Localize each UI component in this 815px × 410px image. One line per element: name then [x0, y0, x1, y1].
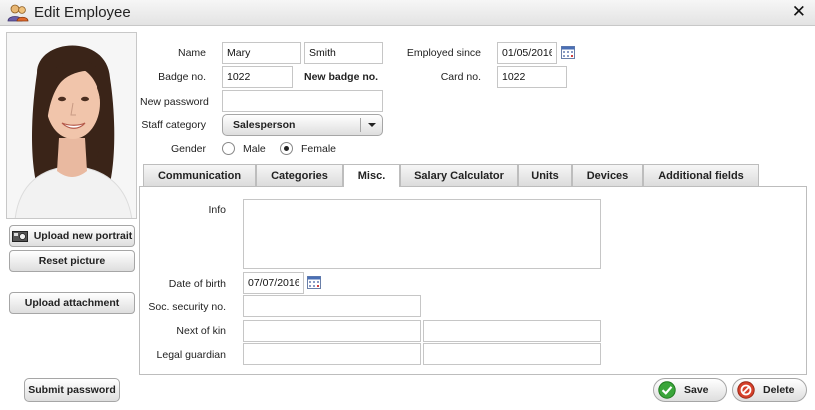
- ssn-input[interactable]: [243, 295, 421, 317]
- camera-icon: [11, 230, 28, 242]
- tab-communication[interactable]: Communication: [143, 164, 256, 186]
- ssn-label: Soc. security no.: [148, 301, 226, 313]
- staff-category-label: Staff category: [141, 119, 206, 131]
- legal-guardian-label: Legal guardian: [156, 349, 226, 361]
- tab-categories[interactable]: Categories: [256, 164, 343, 186]
- gender-female-label: Female: [301, 143, 337, 155]
- tab-units[interactable]: Units: [518, 164, 572, 186]
- gender-male-radio[interactable]: [222, 142, 235, 155]
- badge-input[interactable]: [222, 66, 293, 88]
- submit-password-button[interactable]: Submit password: [24, 378, 120, 402]
- tab-salary-calculator[interactable]: Salary Calculator: [400, 164, 518, 186]
- tab-label: Categories: [271, 169, 328, 182]
- title-bar: Edit Employee ✕: [0, 0, 815, 26]
- close-icon[interactable]: ✕: [792, 3, 806, 21]
- delete-icon: [737, 381, 755, 399]
- legal-guardian-input-1[interactable]: [243, 343, 421, 365]
- gender-female-radio[interactable]: [280, 142, 293, 155]
- employed-since-input[interactable]: [497, 42, 557, 64]
- legal-guardian-input-2[interactable]: [423, 343, 601, 365]
- save-button[interactable]: Save: [653, 378, 727, 402]
- next-of-kin-input-2[interactable]: [423, 320, 601, 342]
- gender-label: Gender: [170, 143, 206, 155]
- upload-portrait-label: Upload new portrait: [33, 230, 133, 242]
- info-textarea[interactable]: [243, 199, 601, 269]
- employee-portrait: [6, 32, 137, 219]
- tab-misc[interactable]: Misc.: [343, 164, 400, 187]
- card-input[interactable]: [497, 66, 567, 88]
- tab-label: Units: [531, 169, 559, 182]
- info-label: Info: [208, 204, 226, 216]
- new-password-input[interactable]: [222, 90, 383, 112]
- last-name-input[interactable]: [304, 42, 383, 64]
- tab-devices[interactable]: Devices: [572, 164, 643, 186]
- upload-attachment-button[interactable]: Upload attachment: [9, 292, 135, 314]
- tab-label: Devices: [586, 169, 629, 182]
- users-icon: [7, 4, 29, 22]
- first-name-input[interactable]: [222, 42, 301, 64]
- window-title: Edit Employee: [34, 4, 131, 21]
- upload-attachment-label: Upload attachment: [24, 297, 120, 309]
- tab-label: Communication: [157, 169, 242, 182]
- name-label: Name: [177, 47, 206, 59]
- new-password-label: New password: [140, 96, 209, 108]
- next-of-kin-label: Next of kin: [176, 325, 226, 337]
- reset-picture-label: Reset picture: [38, 255, 106, 267]
- upload-portrait-button[interactable]: Upload new portrait: [9, 225, 135, 247]
- card-label: Card no.: [440, 71, 481, 83]
- staff-category-value: Salesperson: [233, 119, 296, 131]
- reset-picture-button[interactable]: Reset picture: [9, 250, 135, 272]
- dob-input[interactable]: [243, 272, 304, 294]
- calendar-icon[interactable]: [561, 46, 575, 59]
- tab-label: Misc.: [357, 170, 386, 182]
- delete-button[interactable]: Delete: [732, 378, 807, 402]
- tab-additional-fields[interactable]: Additional fields: [643, 164, 759, 186]
- tab-label: Additional fields: [658, 169, 744, 182]
- calendar-icon[interactable]: [307, 276, 321, 289]
- checkmark-icon: [658, 381, 676, 399]
- tab-label: Salary Calculator: [414, 169, 504, 182]
- new-badge-link[interactable]: New badge no.: [304, 71, 378, 83]
- delete-label: Delete: [763, 384, 795, 396]
- employed-since-label: Employed since: [406, 47, 481, 59]
- dob-label: Date of birth: [168, 278, 226, 290]
- save-label: Save: [684, 384, 709, 396]
- submit-password-label: Submit password: [28, 384, 116, 396]
- staff-category-select[interactable]: Salesperson: [222, 114, 383, 136]
- next-of-kin-input-1[interactable]: [243, 320, 421, 342]
- chevron-down-icon: [360, 118, 382, 132]
- gender-male-label: Male: [243, 143, 266, 155]
- badge-label: Badge no.: [158, 71, 206, 83]
